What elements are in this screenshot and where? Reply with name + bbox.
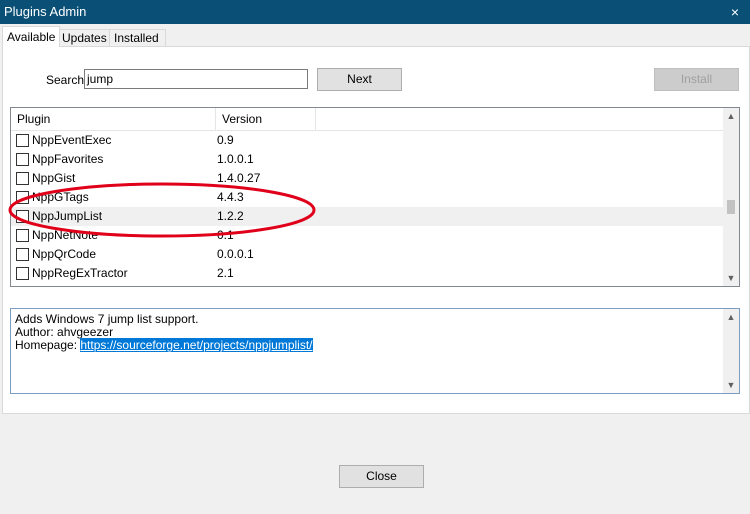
list-item-selected[interactable]: NppJumpList 1.2.2: [11, 207, 723, 226]
list-item[interactable]: NppFavorites 1.0.0.1: [11, 150, 723, 169]
scroll-up-icon[interactable]: ▲: [723, 108, 739, 124]
plugin-version: 0.1: [217, 228, 234, 242]
checkbox[interactable]: [16, 210, 29, 223]
plugin-list[interactable]: Plugin Version NppEventExec 0.9 NppFavor…: [10, 107, 740, 287]
plugin-version: 1.2.2: [217, 209, 244, 223]
search-input[interactable]: jump: [84, 69, 308, 89]
plugin-version: 2.1: [217, 266, 234, 280]
plugin-version: 0.0.0.1: [217, 247, 254, 261]
list-item[interactable]: NppGist 1.4.0.27: [11, 169, 723, 188]
scroll-down-icon[interactable]: ▼: [723, 377, 739, 393]
plugin-name: NppNetNote: [32, 228, 99, 242]
next-button[interactable]: Next: [317, 68, 402, 91]
checkbox[interactable]: [16, 248, 29, 261]
list-item[interactable]: NppNetNote 0.1: [11, 226, 723, 245]
list-item[interactable]: NppGTags 4.4.3: [11, 188, 723, 207]
search-label: Search:: [46, 73, 88, 87]
description-box[interactable]: Adds Windows 7 jump list support. Author…: [10, 308, 740, 394]
scroll-up-icon[interactable]: ▲: [723, 309, 739, 325]
checkbox[interactable]: [16, 134, 29, 147]
list-scrollbar[interactable]: ▲ ▼: [723, 108, 739, 286]
plugin-name: NppGTags: [32, 190, 89, 204]
plugin-name: NppEventExec: [32, 133, 112, 147]
list-item[interactable]: NppQrCode 0.0.0.1: [11, 245, 723, 264]
tab-installed[interactable]: Installed: [109, 29, 166, 46]
list-header: Plugin Version: [11, 108, 723, 131]
column-header-version[interactable]: Version: [216, 108, 316, 130]
list-rows: NppEventExec 0.9 NppFavorites 1.0.0.1 Np…: [11, 131, 723, 283]
title-bar: Plugins Admin ×: [0, 0, 750, 24]
tab-updates[interactable]: Updates: [57, 29, 112, 46]
plugin-name: NppGist: [32, 171, 76, 185]
list-item[interactable]: NppRegExTractor 2.1: [11, 264, 723, 283]
homepage-label: Homepage:: [15, 338, 81, 352]
checkbox[interactable]: [16, 153, 29, 166]
plugin-version: 4.4.3: [217, 190, 244, 204]
author-text: Author: ahvgeezer: [15, 325, 114, 339]
homepage-line: Homepage: https://sourceforge.net/projec…: [15, 338, 313, 352]
plugin-name: NppJumpList: [32, 209, 103, 223]
homepage-link[interactable]: https://sourceforge.net/projects/nppjump…: [80, 338, 313, 352]
checkbox[interactable]: [16, 191, 29, 204]
scroll-down-icon[interactable]: ▼: [723, 270, 739, 286]
description-scrollbar[interactable]: ▲ ▼: [723, 309, 739, 393]
install-button[interactable]: Install: [654, 68, 739, 91]
list-item[interactable]: NppEventExec 0.9: [11, 131, 723, 150]
checkbox[interactable]: [16, 229, 29, 242]
plugin-name: NppQrCode: [32, 247, 97, 261]
scroll-thumb[interactable]: [727, 200, 735, 214]
close-icon[interactable]: ×: [720, 0, 750, 24]
close-button[interactable]: Close: [339, 465, 424, 488]
tab-available[interactable]: Available: [2, 26, 60, 47]
description-text: Adds Windows 7 jump list support.: [15, 312, 199, 326]
plugin-name: NppFavorites: [32, 152, 104, 166]
plugin-version: 1.4.0.27: [217, 171, 261, 185]
window-title: Plugins Admin: [4, 4, 87, 19]
plugin-name: NppRegExTractor: [32, 266, 128, 280]
checkbox[interactable]: [16, 172, 29, 185]
plugin-version: 0.9: [217, 133, 234, 147]
plugin-version: 1.0.0.1: [217, 152, 254, 166]
column-header-plugin[interactable]: Plugin: [11, 108, 216, 130]
checkbox[interactable]: [16, 267, 29, 280]
